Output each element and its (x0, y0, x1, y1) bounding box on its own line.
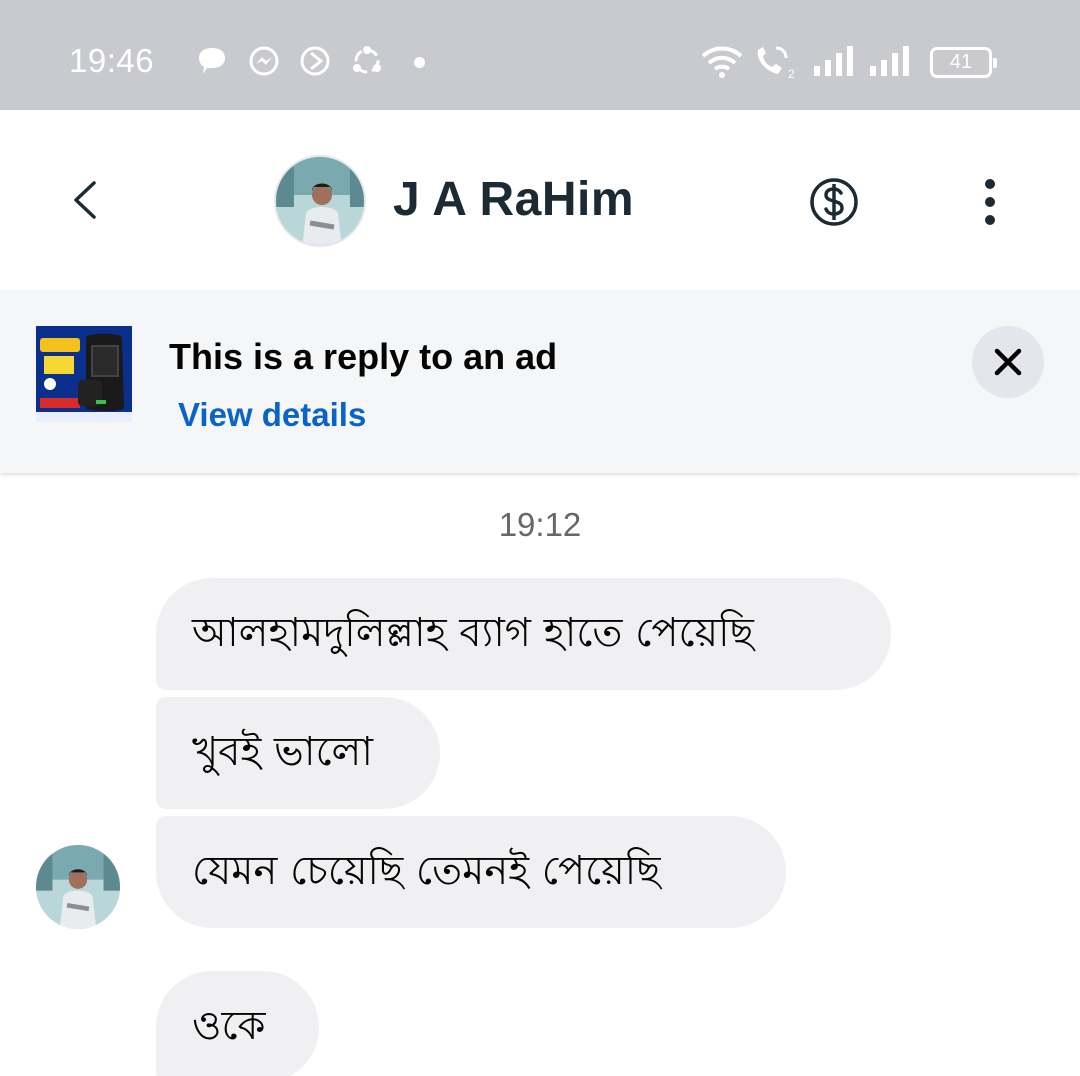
conversation-header: J A RaHim (0, 110, 1080, 290)
profile-photo (276, 157, 364, 245)
svg-text:2: 2 (788, 67, 795, 80)
close-button[interactable] (972, 326, 1044, 398)
battery-icon: 41 (930, 47, 997, 78)
message-bubble[interactable]: আলহামদুলিল্লাহ ব্যাগ হাতে পেয়েছি (156, 578, 891, 690)
wifi-icon (701, 46, 743, 78)
chat-bubble-icon (199, 48, 225, 74)
signal-icon (814, 46, 853, 76)
message-bubble[interactable]: খুবই ভালো (156, 697, 440, 809)
profile-photo (36, 845, 120, 929)
status-time: 19:46 (69, 42, 155, 79)
back-icon[interactable] (62, 175, 112, 225)
view-details-link[interactable]: View details (178, 396, 366, 434)
status-bar: 19:46 2 41 (0, 0, 1080, 110)
play-icon (300, 46, 330, 76)
notification-dot (414, 57, 425, 68)
message-bubble[interactable]: যেমন চেয়েছি তেমনই পেয়েছি (156, 816, 786, 928)
wifi-call-icon: 2 (757, 46, 795, 80)
ad-reply-banner: This is a reply to an ad View details (0, 290, 1080, 473)
ad-image (36, 326, 132, 422)
sender-avatar[interactable] (36, 845, 120, 929)
signal-icon (870, 46, 909, 76)
message-timestamp: 19:12 (498, 506, 582, 543)
dollar-icon[interactable] (808, 176, 860, 228)
close-icon (994, 348, 1022, 376)
more-vertical-icon[interactable] (972, 176, 1008, 228)
ad-reply-title: This is a reply to an ad (169, 336, 558, 377)
message-bubble[interactable]: ওকে (156, 971, 319, 1076)
contact-name[interactable]: J A RaHim (393, 172, 634, 227)
avatar[interactable] (274, 155, 366, 247)
battery-level: 41 (949, 51, 973, 73)
sync-icon (353, 46, 381, 74)
ad-thumbnail[interactable] (36, 326, 132, 422)
messenger-icon (249, 46, 279, 76)
